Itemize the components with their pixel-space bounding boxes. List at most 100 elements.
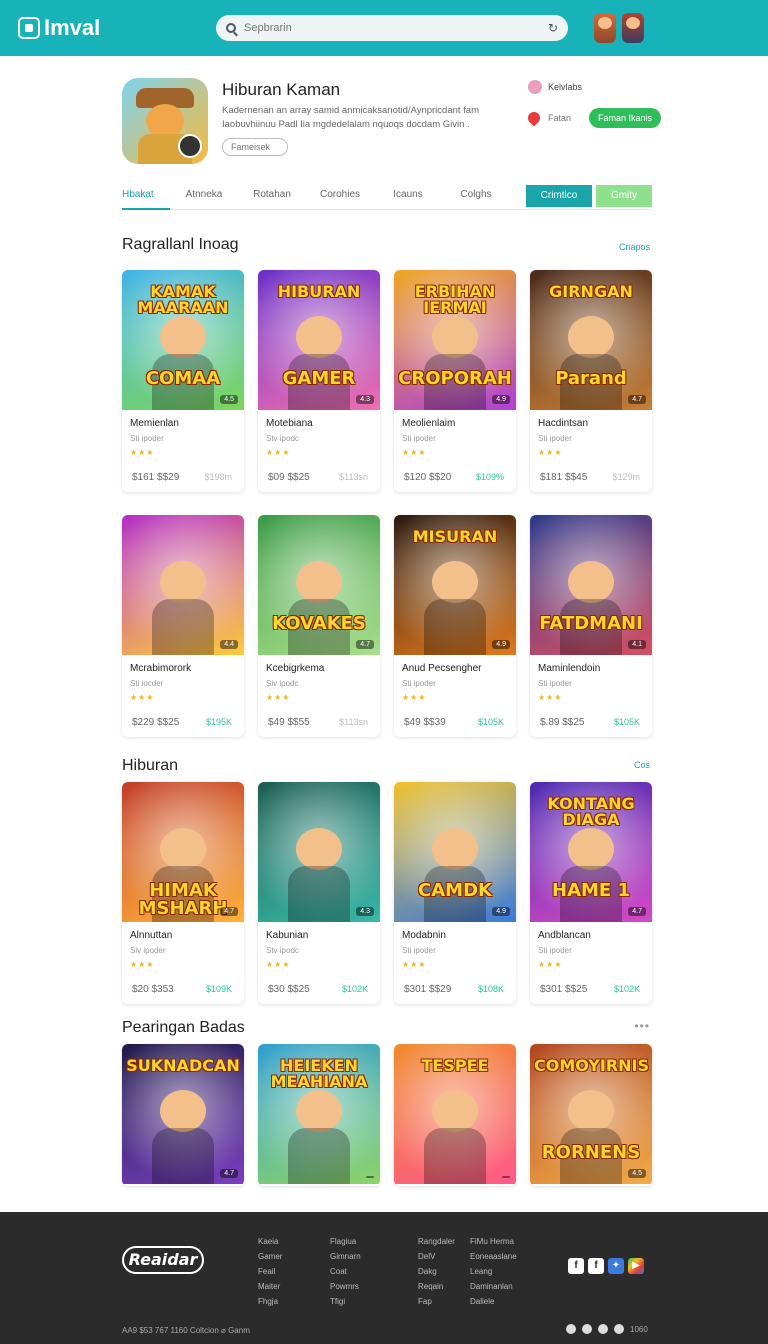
game-card[interactable]: GIRNGAN Parand 4.7 Hacdintsan Sti ipoder ★★★ $…	[530, 270, 652, 492]
refresh-icon[interactable]: ↻	[548, 21, 558, 35]
follow-button[interactable]: Fameisek	[222, 138, 288, 156]
game-card[interactable]: TESPEEEmookmbaSti ipoder	[394, 1044, 516, 1186]
more-icon[interactable]: •••	[634, 1019, 650, 1033]
footer-link[interactable]: Tfigi	[330, 1294, 361, 1309]
game-card[interactable]: HIBURAN GAMER 4.3 Motebiana Stv ipodc ★★★ $09 …	[258, 270, 380, 492]
avatar[interactable]	[622, 13, 644, 43]
footer-link[interactable]: Coat	[330, 1264, 361, 1279]
avatar[interactable]	[594, 13, 616, 43]
app-logo[interactable]: Imval	[18, 15, 110, 41]
art-title: TESPEE	[421, 1056, 489, 1075]
card-artwork: 4.3	[258, 782, 380, 922]
game-card[interactable]: 4.4 Mcrabimorork Sti iocder ★★★ $229 $$25 $19…	[122, 515, 244, 737]
facebook-icon[interactable]: f	[588, 1258, 604, 1274]
search-input[interactable]	[244, 22, 548, 34]
game-card[interactable]: MISURAN 4.9 Anud Pecsengher Sti ipoder ★★★ $4…	[394, 515, 516, 737]
game-card[interactable]: KOVAKES 4.7 Kcebigrkema Siv ipodc ★★★ $49 $$5…	[258, 515, 380, 737]
card-subtitle: Sti ipoder	[402, 679, 436, 688]
top-header: Imval ↻	[0, 0, 768, 56]
card-title: Motebiana	[266, 418, 313, 429]
card-artwork: KOVAKES 4.7	[258, 515, 380, 655]
phone-icon[interactable]	[598, 1324, 608, 1334]
mail-icon[interactable]	[582, 1324, 592, 1334]
info-icon[interactable]	[614, 1324, 624, 1334]
rating-tag: 4.9	[492, 640, 510, 649]
globe-icon[interactable]	[566, 1324, 576, 1334]
footer-logo[interactable]: Reaidar	[122, 1246, 204, 1274]
card-subtitle: Sti ipoder	[538, 434, 572, 443]
tab-button-primary[interactable]: Crimtico	[526, 185, 592, 207]
footer-link[interactable]: Gimnarn	[330, 1249, 361, 1264]
footer-link[interactable]: Kaeia	[258, 1234, 282, 1249]
rating-tag: 4.5	[220, 395, 238, 404]
card-artwork: HEIEKEN MEAHIANA	[258, 1044, 380, 1184]
card-title: Kcebigrkema	[266, 663, 325, 674]
footer-link[interactable]: Daminanlan	[470, 1279, 517, 1294]
card-sale-price: $198m	[204, 472, 232, 482]
game-card[interactable]: KAMAK MAARAAN COMAA 4.5 Memienlan Sti ipoder…	[122, 270, 244, 492]
tab-3[interactable]: Corohies	[306, 182, 374, 210]
game-card[interactable]: HIMAK MSHARH 4.7 Alnnuttan Siv ipoder ★★★ $20…	[122, 782, 244, 1004]
footer-link[interactable]: DelV	[418, 1249, 455, 1264]
card-subtitle: Stv ipodc	[266, 434, 299, 443]
footer: Reaidar Kaeia Gamer Feail Maiter Fhgja Flagi…	[0, 1212, 768, 1344]
rating-tag: 4.7	[628, 907, 646, 916]
footer-link[interactable]: Rangdaler	[418, 1234, 455, 1249]
star-rating: ★★★	[266, 693, 291, 702]
game-card[interactable]: FATDMANI 4.1 Maminlendoin Sti ipoder ★★★ $.89…	[530, 515, 652, 737]
tab-1[interactable]: Atnneka	[170, 182, 238, 210]
rating-tag: 4.9	[492, 907, 510, 916]
card-sale-price: $109K	[205, 984, 232, 994]
footer-link[interactable]: Powmrs	[330, 1279, 361, 1294]
art-title: HEIEKEN MEAHIANA	[270, 1056, 368, 1091]
app-header: Hiburan Kaman Kadernenan an array samid …	[122, 78, 662, 168]
tab-2[interactable]: Rotahan	[238, 182, 306, 210]
card-artwork: CAMDK 4.9	[394, 782, 516, 922]
tab-4[interactable]: Icauns	[374, 182, 442, 210]
rating-tag: 4.7	[356, 640, 374, 649]
card-sale-price: $129m	[612, 472, 640, 482]
rating-tag: 4.7	[628, 395, 646, 404]
section-link[interactable]: Cnapos	[619, 242, 650, 252]
game-card[interactable]: COMOYIRNISRORNENS4.5SedulansianSti ipode…	[530, 1044, 652, 1186]
share-icon[interactable]: ✦	[608, 1258, 624, 1274]
game-card[interactable]: KONTANG DIAGA HAME 1 4.7 Andblancan Sti ipod…	[530, 782, 652, 1004]
game-card[interactable]: HEIEKEN MEAHIANAAullaltkan	[258, 1044, 380, 1186]
install-button[interactable]: Faman Ikanis	[589, 108, 662, 128]
game-card[interactable]: CAMDK 4.9 Modabnin Sti ipoder ★★★ $301 $$29 $1…	[394, 782, 516, 1004]
footer-link[interactable]: Leang	[470, 1264, 517, 1279]
footer-link[interactable]: FiMu Herma	[470, 1234, 517, 1249]
card-title: Meolienlaim	[402, 418, 456, 429]
card-title: Anud Pecsengher	[402, 663, 482, 674]
tab-0[interactable]: Hbakat	[122, 182, 170, 210]
footer-link[interactable]: Fap	[418, 1294, 455, 1309]
footer-link[interactable]: Flagiua	[330, 1234, 361, 1249]
card-sale-price: $105K	[613, 717, 640, 727]
card-artwork: TESPEE	[394, 1044, 516, 1184]
footer-link[interactable]: Fhgja	[258, 1294, 282, 1309]
star-rating: ★★★	[266, 960, 291, 969]
google-play-icon[interactable]: ▶	[628, 1258, 644, 1274]
card-price: $.89 $$25	[540, 717, 585, 728]
facebook-icon[interactable]: f	[568, 1258, 584, 1274]
tab-button-secondary[interactable]: Gmity	[596, 185, 652, 207]
search-bar[interactable]: ↻	[216, 15, 568, 41]
footer-link[interactable]: Maiter	[258, 1279, 282, 1294]
section-title: Pearingan Badas	[122, 1019, 245, 1036]
game-card[interactable]: SUKNADCAN4.7Ikeal PrentanStv ipoder	[122, 1044, 244, 1186]
section-link[interactable]: Cos	[634, 760, 650, 770]
game-card[interactable]: 4.3 Kabunian Stv ipodc ★★★ $30 $$25 $102K	[258, 782, 380, 1004]
footer-link[interactable]: Eoneaaslane	[470, 1249, 517, 1264]
footer-link[interactable]: Reqain	[418, 1279, 455, 1294]
star-rating: ★★★	[130, 960, 155, 969]
tab-5[interactable]: Colghs	[442, 182, 510, 210]
card-subtitle: Sti ipoder	[538, 679, 572, 688]
footer-link[interactable]: Dakg	[418, 1264, 455, 1279]
card-artwork: KAMAK MAARAAN COMAA 4.5	[122, 270, 244, 410]
footer-link[interactable]: Feail	[258, 1264, 282, 1279]
footer-link[interactable]: Gamer	[258, 1249, 282, 1264]
art-subtitle: FATDMANI	[539, 613, 643, 634]
art-title: HIBURAN	[277, 282, 361, 301]
game-card[interactable]: ERBIHAN IERMAI CROPORAH 4.9 Meolienlaim Sti …	[394, 270, 516, 492]
footer-link[interactable]: Daliele	[470, 1294, 517, 1309]
